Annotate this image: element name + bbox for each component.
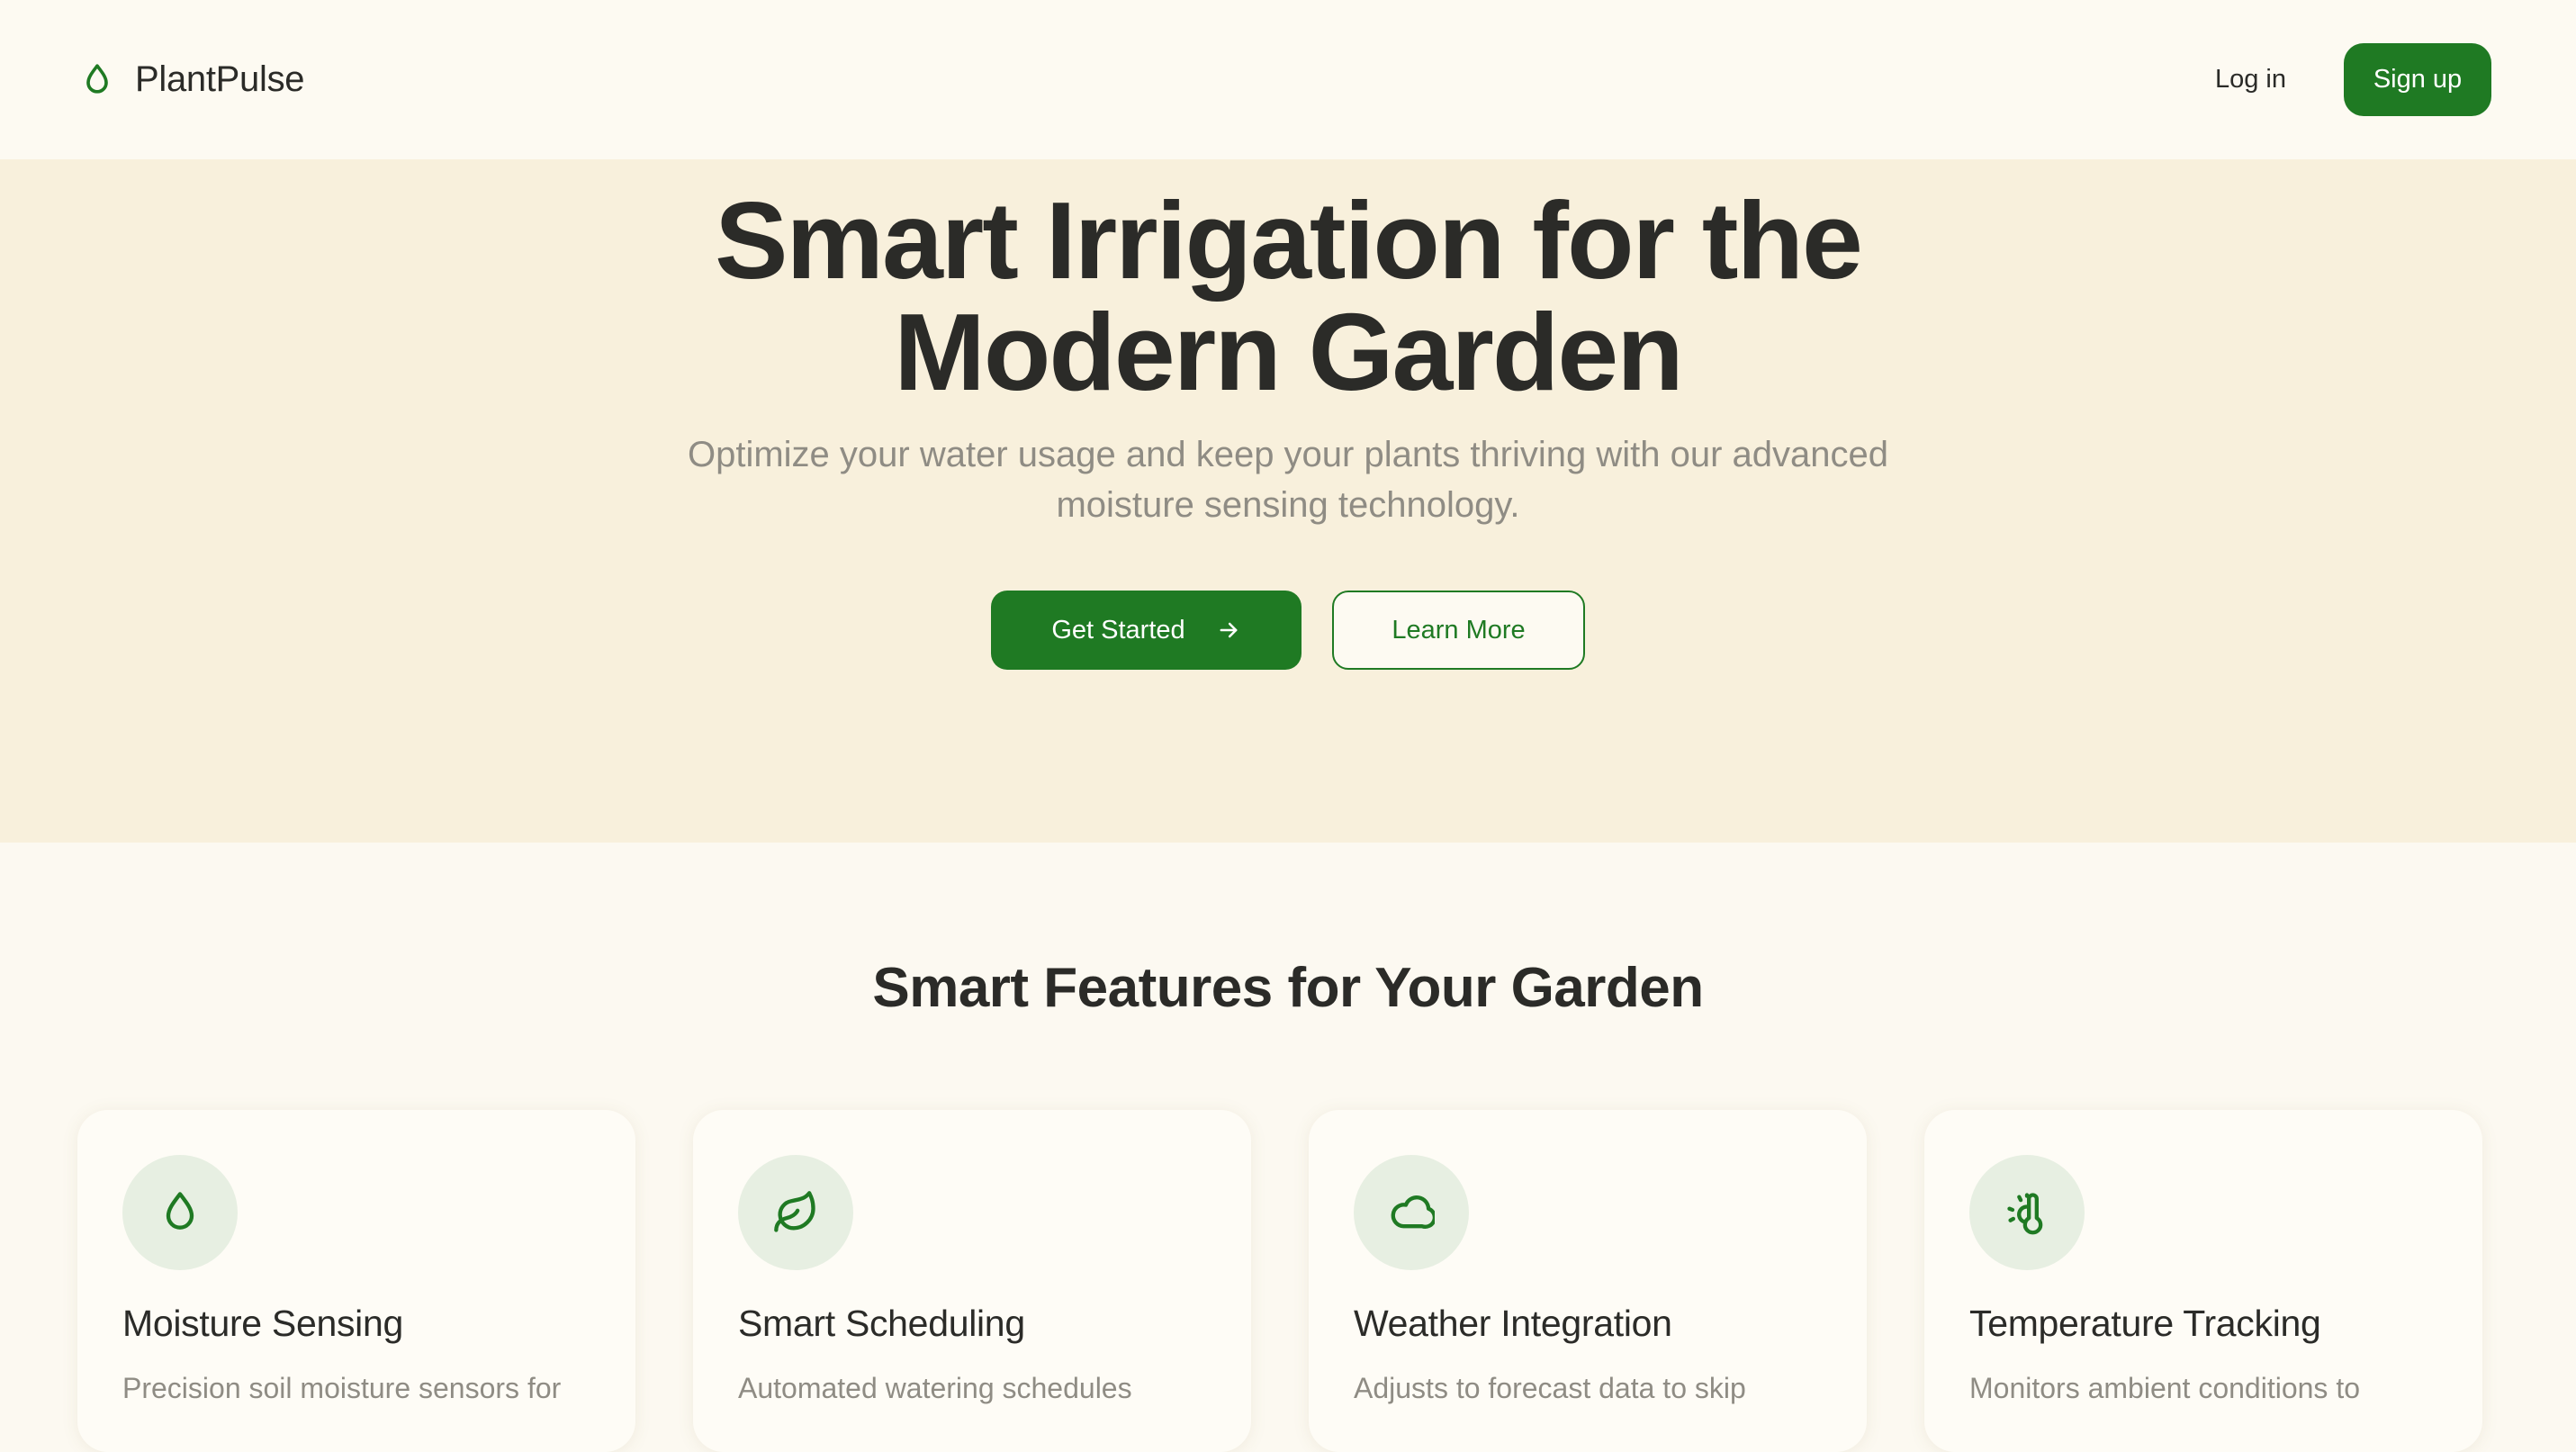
hero-actions: Get Started Learn More <box>0 591 2576 670</box>
hero-subtitle-line-1: Optimize your water usage and keep your … <box>687 435 1889 474</box>
hero-subtitle-line-2: moisture sensing technology. <box>1056 485 1520 525</box>
feature-icon-badge <box>738 1155 853 1270</box>
leaf-icon <box>774 1191 815 1232</box>
login-button[interactable]: Log in <box>2215 65 2286 95</box>
site-header: PlantPulse Log in Sign up <box>0 0 2576 159</box>
hero-title: Smart Irrigation for the Modern Garden <box>0 185 2576 408</box>
feature-icon-badge <box>1354 1155 1469 1270</box>
feature-card-title: Moisture Sensing <box>122 1303 403 1344</box>
feature-card-weather: Weather Integration Adjusts to forecast … <box>1309 1110 1867 1452</box>
hero-section: Smart Irrigation for the Modern Garden O… <box>0 159 2576 843</box>
feature-card-description: Monitors ambient conditions to <box>1969 1372 2360 1404</box>
features-title: Smart Features for Your Garden <box>872 957 1704 1019</box>
hero-subtitle: Optimize your water usage and keep your … <box>0 429 2576 530</box>
feature-icon-badge <box>122 1155 238 1270</box>
header-nav: Log in Sign up <box>2215 43 2491 116</box>
learn-more-button[interactable]: Learn More <box>1332 591 1585 670</box>
feature-card-title: Smart Scheduling <box>738 1303 1025 1344</box>
feature-card-temperature: Temperature Tracking Monitors ambient co… <box>1924 1110 2482 1452</box>
feature-icon-badge <box>1969 1155 2085 1270</box>
droplet-icon <box>166 1192 194 1230</box>
cloud-icon <box>1391 1195 1435 1229</box>
feature-card-title: Temperature Tracking <box>1969 1303 2321 1344</box>
feature-card-moisture: Moisture Sensing Precision soil moisture… <box>77 1110 635 1452</box>
brand-logo[interactable]: PlantPulse <box>79 59 305 102</box>
feature-card-description: Precision soil moisture sensors for <box>122 1372 562 1404</box>
get-started-button[interactable]: Get Started <box>991 591 1302 670</box>
thermometer-sun-icon <box>2007 1193 2043 1235</box>
feature-card-description: Automated watering schedules <box>738 1372 1132 1404</box>
feature-card-title: Weather Integration <box>1354 1303 1672 1344</box>
droplet-icon <box>86 63 108 94</box>
feature-card-description: Adjusts to forecast data to skip <box>1354 1372 1746 1404</box>
feature-card-scheduling: Smart Scheduling Automated watering sche… <box>693 1110 1251 1452</box>
get-started-label: Get Started <box>1051 615 1185 645</box>
feature-cards: Moisture Sensing Precision soil moisture… <box>77 1110 2482 1452</box>
hero-title-line-1: Smart Irrigation for the <box>715 179 1863 302</box>
signup-button[interactable]: Sign up <box>2344 43 2491 116</box>
brand-name: PlantPulse <box>135 59 305 99</box>
hero-title-line-2: Modern Garden <box>894 291 1684 413</box>
arrow-right-icon <box>1220 622 1238 638</box>
